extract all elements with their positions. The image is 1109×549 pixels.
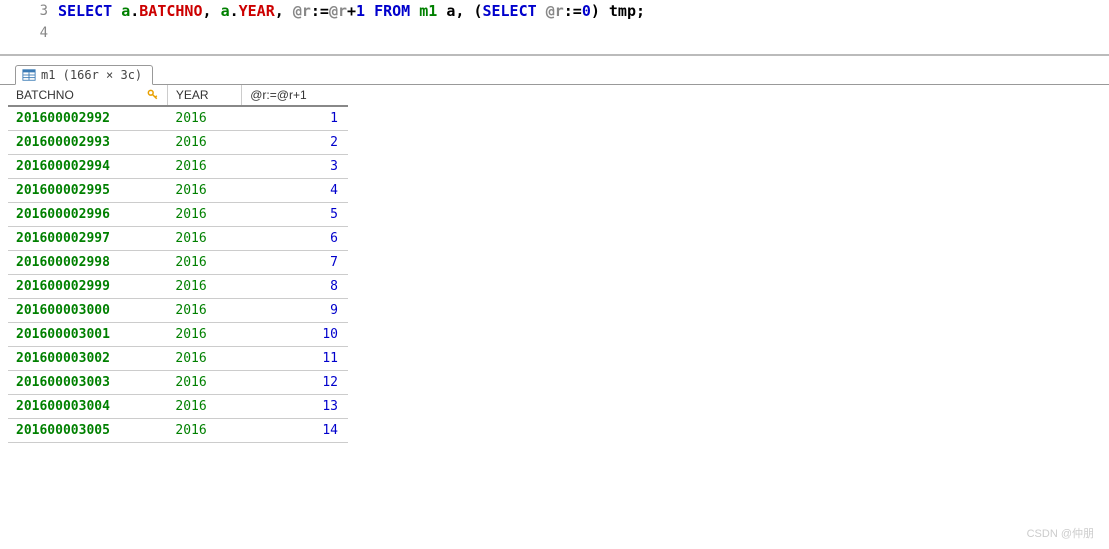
cell-year: 2016 bbox=[167, 179, 241, 203]
cell-batchno: 201600002992 bbox=[8, 106, 167, 131]
cell-rownum: 10 bbox=[242, 323, 348, 347]
cell-rownum: 11 bbox=[242, 347, 348, 371]
cell-year: 2016 bbox=[167, 106, 241, 131]
cell-year: 2016 bbox=[167, 227, 241, 251]
table-row[interactable]: 20160000299720166 bbox=[8, 227, 348, 251]
cell-batchno: 201600002998 bbox=[8, 251, 167, 275]
cell-year: 2016 bbox=[167, 347, 241, 371]
table-row[interactable]: 201600003002201611 bbox=[8, 347, 348, 371]
cell-rownum: 7 bbox=[242, 251, 348, 275]
cell-year: 2016 bbox=[167, 251, 241, 275]
cell-year: 2016 bbox=[167, 371, 241, 395]
cell-year: 2016 bbox=[167, 395, 241, 419]
cell-rownum: 4 bbox=[242, 179, 348, 203]
column-header-batchno[interactable]: BATCHNO bbox=[8, 85, 167, 106]
table-row[interactable]: 201600003005201614 bbox=[8, 419, 348, 443]
table-row[interactable]: 20160000299620165 bbox=[8, 203, 348, 227]
cell-year: 2016 bbox=[167, 299, 241, 323]
table-header-row: BATCHNO YEAR @r:=@r+1 bbox=[8, 85, 348, 106]
cell-rownum: 5 bbox=[242, 203, 348, 227]
cell-rownum: 9 bbox=[242, 299, 348, 323]
cell-year: 2016 bbox=[167, 131, 241, 155]
cell-batchno: 201600002994 bbox=[8, 155, 167, 179]
cell-rownum: 14 bbox=[242, 419, 348, 443]
table-row[interactable]: 20160000299220161 bbox=[8, 106, 348, 131]
cell-rownum: 8 bbox=[242, 275, 348, 299]
cell-batchno: 201600003002 bbox=[8, 347, 167, 371]
sql-editor[interactable]: 3SELECT a.BATCHNO, a.YEAR, @r:=@r+1 FROM… bbox=[0, 0, 1109, 56]
cell-batchno: 201600003000 bbox=[8, 299, 167, 323]
table-row[interactable]: 20160000299820167 bbox=[8, 251, 348, 275]
column-header-rownum[interactable]: @r:=@r+1 bbox=[242, 85, 348, 106]
cell-batchno: 201600003005 bbox=[8, 419, 167, 443]
table-row[interactable]: 20160000300020169 bbox=[8, 299, 348, 323]
cell-batchno: 201600003004 bbox=[8, 395, 167, 419]
cell-rownum: 12 bbox=[242, 371, 348, 395]
table-row[interactable]: 201600003004201613 bbox=[8, 395, 348, 419]
cell-year: 2016 bbox=[167, 155, 241, 179]
table-row[interactable]: 201600003003201612 bbox=[8, 371, 348, 395]
cell-batchno: 201600002995 bbox=[8, 179, 167, 203]
column-header-year[interactable]: YEAR bbox=[167, 85, 241, 106]
cell-rownum: 2 bbox=[242, 131, 348, 155]
cell-batchno: 201600002999 bbox=[8, 275, 167, 299]
cell-year: 2016 bbox=[167, 323, 241, 347]
table-row[interactable]: 20160000299420163 bbox=[8, 155, 348, 179]
table-row[interactable]: 20160000299520164 bbox=[8, 179, 348, 203]
cell-rownum: 1 bbox=[242, 106, 348, 131]
cell-rownum: 3 bbox=[242, 155, 348, 179]
primary-key-icon bbox=[147, 89, 159, 101]
table-row[interactable]: 20160000299920168 bbox=[8, 275, 348, 299]
line-number: 3 bbox=[0, 3, 58, 19]
table-row[interactable]: 20160000299320162 bbox=[8, 131, 348, 155]
results-panel: m1 (166r × 3c) BATCHNO YEAR @r:=@r+1 201… bbox=[0, 61, 1109, 443]
cell-year: 2016 bbox=[167, 275, 241, 299]
code-line[interactable]: 3SELECT a.BATCHNO, a.YEAR, @r:=@r+1 FROM… bbox=[0, 0, 1109, 22]
cell-year: 2016 bbox=[167, 419, 241, 443]
results-table[interactable]: BATCHNO YEAR @r:=@r+1 201600002992201612… bbox=[8, 85, 348, 443]
cell-batchno: 201600002996 bbox=[8, 203, 167, 227]
cell-year: 2016 bbox=[167, 203, 241, 227]
table-row[interactable]: 201600003001201610 bbox=[8, 323, 348, 347]
cell-rownum: 6 bbox=[242, 227, 348, 251]
cell-batchno: 201600002997 bbox=[8, 227, 167, 251]
watermark: CSDN @仲朋 bbox=[1027, 525, 1094, 541]
cell-batchno: 201600002993 bbox=[8, 131, 167, 155]
line-number: 4 bbox=[0, 25, 58, 41]
table-icon bbox=[22, 68, 36, 82]
cell-rownum: 13 bbox=[242, 395, 348, 419]
code-line[interactable]: 4 bbox=[0, 22, 1109, 44]
results-tab[interactable]: m1 (166r × 3c) bbox=[15, 65, 153, 85]
code-content: SELECT a.BATCHNO, a.YEAR, @r:=@r+1 FROM … bbox=[58, 2, 645, 20]
cell-batchno: 201600003001 bbox=[8, 323, 167, 347]
results-tab-label: m1 (166r × 3c) bbox=[41, 68, 142, 82]
cell-batchno: 201600003003 bbox=[8, 371, 167, 395]
results-tab-bar: m1 (166r × 3c) bbox=[0, 61, 1109, 85]
